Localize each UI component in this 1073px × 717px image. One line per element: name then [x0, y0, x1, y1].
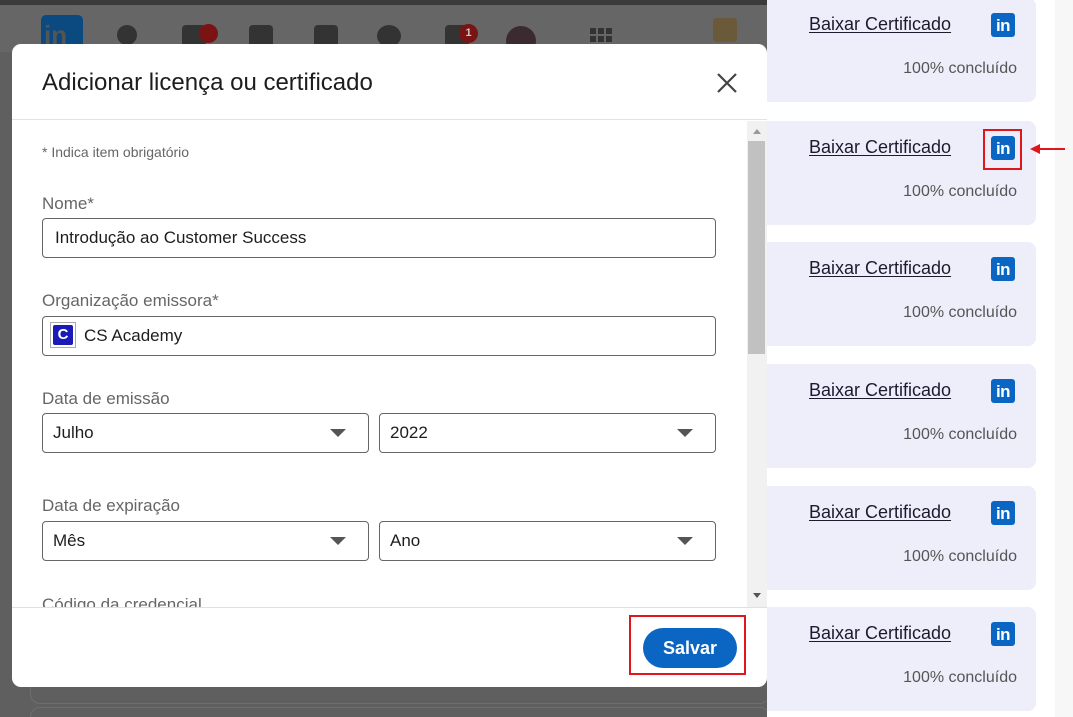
close-icon[interactable]	[712, 68, 742, 98]
dialog-title: Adicionar licença ou certificado	[42, 69, 373, 96]
progress-text: 100% concluído	[903, 426, 1017, 443]
dialog-scrollbar[interactable]	[747, 121, 767, 607]
organization-input[interactable]: C CS Academy	[42, 316, 716, 356]
download-certificate-link[interactable]: Baixar Certificado	[809, 258, 951, 279]
add-certificate-dialog: Adicionar licença ou certificado * Indic…	[12, 44, 767, 687]
scroll-thumb[interactable]	[748, 141, 765, 354]
page-gutter	[1055, 0, 1073, 717]
credential-code-label: Código da credencial	[42, 595, 202, 607]
issue-month-value: Julho	[53, 423, 94, 442]
background-card	[30, 707, 767, 717]
certificate-card: Baixar Certificado in 100% concluído	[767, 486, 1036, 590]
premium-icon	[713, 18, 737, 42]
scroll-down-icon[interactable]	[753, 593, 761, 598]
name-input[interactable]: Introdução ao Customer Success	[42, 218, 716, 258]
expiration-month-value: Mês	[53, 531, 86, 550]
progress-text: 100% concluído	[903, 669, 1017, 686]
certificate-card: Baixar Certificado in 100% concluído	[767, 242, 1036, 346]
issue-date-label: Data de emissão	[42, 389, 170, 408]
scroll-up-icon[interactable]	[753, 129, 761, 134]
expiration-year-select[interactable]: Ano	[379, 521, 716, 561]
linkedin-share-icon[interactable]: in	[991, 501, 1015, 525]
progress-text: 100% concluído	[903, 183, 1017, 200]
issue-year-value: 2022	[390, 423, 428, 442]
download-certificate-link[interactable]: Baixar Certificado	[809, 380, 951, 401]
highlight-box-linkedin-icon	[983, 129, 1022, 170]
expiration-date-label: Data de expiração	[42, 496, 180, 515]
download-certificate-link[interactable]: Baixar Certificado	[809, 623, 951, 644]
chevron-down-icon	[677, 537, 693, 545]
certificate-card: Baixar Certificado in 100% concluído	[767, 607, 1036, 711]
linkedin-share-icon[interactable]: in	[991, 257, 1015, 281]
certificate-list: Baixar Certificado in 100% concluído Bai…	[767, 0, 1055, 717]
issue-year-select[interactable]: 2022	[379, 413, 716, 453]
annotation-arrow-icon	[1030, 144, 1065, 154]
chevron-down-icon	[677, 429, 693, 437]
notification-count-badge: 1	[459, 24, 478, 43]
required-note: * Indica item obrigatório	[42, 144, 190, 160]
expiration-month-select[interactable]: Mês	[42, 521, 369, 561]
download-certificate-link[interactable]: Baixar Certificado	[809, 502, 951, 523]
chevron-down-icon	[330, 537, 346, 545]
name-label: Nome*	[42, 194, 94, 213]
expiration-year-value: Ano	[390, 531, 421, 550]
notification-badge	[199, 24, 218, 43]
progress-text: 100% concluído	[903, 548, 1017, 565]
linkedin-share-icon[interactable]: in	[991, 13, 1015, 37]
progress-text: 100% concluído	[903, 304, 1017, 321]
organization-value: CS Academy	[84, 326, 183, 345]
chevron-down-icon	[330, 429, 346, 437]
linkedin-share-icon[interactable]: in	[991, 622, 1015, 646]
download-certificate-link[interactable]: Baixar Certificado	[809, 14, 951, 35]
dialog-header: Adicionar licença ou certificado	[12, 44, 767, 120]
organization-label: Organização emissora*	[42, 291, 219, 310]
organization-logo: C	[50, 321, 76, 348]
progress-text: 100% concluído	[903, 60, 1017, 77]
search-icon	[117, 25, 137, 45]
highlight-box-save-button	[629, 615, 746, 675]
certificate-card: Baixar Certificado in 100% concluído	[767, 364, 1036, 468]
download-certificate-link[interactable]: Baixar Certificado	[809, 137, 951, 158]
certificate-card: Baixar Certificado in 100% concluído	[767, 0, 1036, 102]
dialog-form: * Indica item obrigatório Nome* Introduç…	[12, 121, 747, 607]
issue-month-select[interactable]: Julho	[42, 413, 369, 453]
linkedin-share-icon[interactable]: in	[991, 379, 1015, 403]
